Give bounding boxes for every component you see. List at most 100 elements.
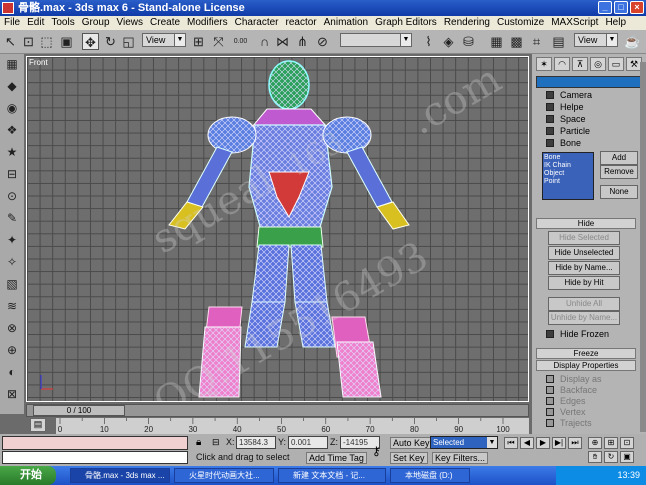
none-button[interactable]: None: [600, 185, 638, 199]
menu-maxscript[interactable]: MAXScript: [551, 16, 598, 30]
zoom-icon[interactable]: ⊕: [588, 437, 602, 449]
select-manipulate-icon[interactable]: ⤧: [210, 33, 227, 50]
play-icon[interactable]: ▶: [536, 437, 550, 449]
mirror-icon[interactable]: ⋈: [274, 33, 291, 50]
next-frame-icon[interactable]: ▶|: [552, 437, 566, 449]
toy-car-icon[interactable]: ✧: [3, 253, 21, 271]
menu-help[interactable]: Help: [605, 16, 626, 30]
menu-tools[interactable]: Tools: [51, 16, 74, 30]
menu-reactor[interactable]: reactor: [286, 16, 317, 30]
maximize-button[interactable]: □: [614, 1, 628, 14]
motion-tab-icon[interactable]: ◎: [590, 57, 606, 71]
hide-selected-button[interactable]: Hide Selected: [548, 231, 620, 245]
menu-modifiers[interactable]: Modifiers: [187, 16, 228, 30]
filter-list[interactable]: Bone IK Chain Object Point: [542, 152, 594, 200]
render-last-icon[interactable]: ▩: [508, 33, 525, 50]
time-slider[interactable]: 0 / 100: [26, 404, 529, 417]
move-icon[interactable]: ✥: [82, 33, 99, 50]
display-tab-icon[interactable]: ▭: [608, 57, 624, 71]
wind-icon[interactable]: ✦: [3, 231, 21, 249]
reference-coord-dropdown[interactable]: View ▼: [142, 33, 186, 47]
curve-editor-icon[interactable]: ⌇: [420, 33, 437, 50]
spring-icon[interactable]: ⊟: [3, 165, 21, 183]
command-panel-scrollbar[interactable]: [640, 62, 646, 432]
align-icon[interactable]: ⋔: [294, 33, 311, 50]
menu-character[interactable]: Character: [235, 16, 279, 30]
y-coordinate-field[interactable]: 0.001: [288, 436, 328, 449]
rope-icon[interactable]: ❖: [3, 121, 21, 139]
previous-frame-icon[interactable]: ◀: [520, 437, 534, 449]
lock-icon[interactable]: 🔒︎: [196, 437, 201, 448]
list-item[interactable]: IK Chain Object: [544, 162, 592, 178]
checkbox-trajects[interactable]: Trajects: [546, 418, 592, 428]
checkbox-helpers[interactable]: Helpe: [546, 102, 584, 112]
go-to-start-icon[interactable]: ⏮: [504, 437, 518, 449]
water-icon[interactable]: ≋: [3, 297, 21, 315]
arc-rotate-icon[interactable]: ↻: [604, 451, 618, 463]
display-properties-rollout[interactable]: Display Properties: [536, 360, 636, 371]
menu-rendering[interactable]: Rendering: [444, 16, 490, 30]
menu-animation[interactable]: Animation: [324, 16, 368, 30]
checkbox-hide-frozen[interactable]: Hide Frozen: [546, 329, 609, 339]
unhide-by-name-button[interactable]: Unhide by Name...: [548, 311, 620, 325]
motor-icon[interactable]: ✎: [3, 209, 21, 227]
key-filters-button[interactable]: Key Filters...: [432, 452, 489, 464]
maximize-viewport-icon[interactable]: ▣: [620, 451, 634, 463]
zoom-extents-icon[interactable]: ⊡: [620, 437, 634, 449]
pivot-icon[interactable]: ⊞: [190, 33, 207, 50]
character-wireframe[interactable]: [27, 57, 529, 402]
teapot-render-icon[interactable]: ☕: [624, 33, 641, 50]
key-icon[interactable]: ⚷: [372, 444, 381, 458]
hide-unselected-button[interactable]: Hide Unselected: [548, 246, 620, 260]
select-region-icon[interactable]: ⬚: [38, 33, 55, 50]
checkbox-display-as[interactable]: Display as: [546, 374, 602, 384]
checkbox-vertex[interactable]: Vertex: [546, 407, 586, 417]
cloth-icon[interactable]: ◆: [3, 77, 21, 95]
zoom-all-icon[interactable]: ⊞: [604, 437, 618, 449]
auto-key-button[interactable]: Auto Key: [390, 437, 433, 449]
activeshade-icon[interactable]: ▤: [550, 33, 567, 50]
minimize-button[interactable]: _: [598, 1, 612, 14]
menu-group[interactable]: Group: [82, 16, 110, 30]
menu-edit[interactable]: Edit: [27, 16, 44, 30]
checkbox-particle[interactable]: Particle: [546, 126, 590, 136]
angle-snap-value[interactable]: 0.00: [232, 33, 249, 50]
create-tab-icon[interactable]: ✶: [536, 57, 552, 71]
maxscript-listener[interactable]: [2, 436, 188, 450]
go-to-end-icon[interactable]: ⏭: [568, 437, 582, 449]
render-view-dropdown[interactable]: View ▼: [574, 33, 618, 47]
rigid-body-icon[interactable]: ▦: [3, 55, 21, 73]
pan-icon[interactable]: ✋︎: [588, 451, 602, 463]
constraint-icon[interactable]: ⊗: [3, 319, 21, 337]
menu-create[interactable]: Create: [150, 16, 180, 30]
analyze-icon[interactable]: ⊠: [3, 385, 21, 403]
list-item[interactable]: Bone: [544, 154, 592, 162]
time-slider-knob[interactable]: 0 / 100: [33, 405, 125, 416]
hierarchy-tab-icon[interactable]: ⊼: [572, 57, 588, 71]
named-selection-icon[interactable]: ⊘: [314, 33, 331, 50]
start-button[interactable]: 开始: [0, 466, 56, 485]
preview-icon[interactable]: ◐: [3, 363, 21, 381]
freeze-rollout[interactable]: Freeze: [536, 348, 636, 359]
checkbox-edges[interactable]: Edges: [546, 396, 586, 406]
hide-by-name-button[interactable]: Hide by Name...: [548, 261, 620, 275]
maxscript-output[interactable]: [2, 451, 188, 464]
render-type-icon[interactable]: ⌗: [528, 33, 545, 50]
name-field[interactable]: [536, 76, 642, 88]
modify-tab-icon[interactable]: ◠: [554, 57, 570, 71]
snap-icon[interactable]: ∩: [256, 33, 273, 50]
window-crossing-icon[interactable]: ▣: [58, 33, 75, 50]
rotate-icon[interactable]: ↻: [102, 33, 119, 50]
x-coordinate-field[interactable]: 13584.3: [236, 436, 276, 449]
fracture-icon[interactable]: ▧: [3, 275, 21, 293]
checkbox-camera[interactable]: Camera: [546, 90, 592, 100]
add-time-tag-button[interactable]: Add Time Tag: [306, 452, 367, 464]
front-viewport[interactable]: Front squeal 163 .com QQ:115516493: [26, 56, 529, 402]
track-bar[interactable]: 0 10 20 30 40 50 60 70 80 90 100: [56, 418, 529, 434]
checkbox-space[interactable]: Space: [546, 114, 586, 124]
hide-rollout[interactable]: Hide: [536, 218, 636, 229]
selected-dropdown[interactable]: Selected ▼: [430, 436, 498, 449]
trackbar-menu-icon[interactable]: ▤: [30, 418, 46, 432]
taskbar-item-3dsmax[interactable]: 骨骼.max - 3ds max ...: [70, 468, 170, 483]
menu-customize[interactable]: Customize: [497, 16, 544, 30]
